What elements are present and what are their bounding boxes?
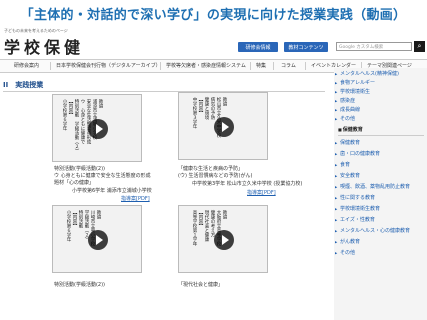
- section-divider: [3, 91, 325, 92]
- sidebar: メンタルヘルス(精神保健) 食物アレルギー 学校環境衛生 感染症 成長曲線 その…: [334, 68, 427, 320]
- video-caption: (ウ) 生活習慣病などの予防(がん): [178, 173, 253, 179]
- video-caption: 「健康な生活と疾病の予防」: [178, 166, 244, 172]
- video-thumbnail[interactable]: 教諭 松山市立久米中学校 病気の予防 健康と環境 【内容】 中学校第３学年: [178, 92, 268, 160]
- nav-item-archive[interactable]: 日本学校保健会刊行物（デジタルアーカイブ）: [56, 60, 161, 72]
- site-header: 子どもの未来を考えるためのページ 学校保健 研修会情報 教材コンテンツ Goog…: [0, 26, 427, 58]
- play-icon[interactable]: [88, 230, 108, 250]
- lesson-plan-pdf-link[interactable]: 指導案[PDF]: [121, 195, 150, 202]
- video-caption: 「現代社会と健康」: [178, 282, 224, 288]
- section-heading: II 実践授業: [3, 81, 44, 89]
- nav-item-feature[interactable]: 特集: [256, 60, 266, 72]
- video-caption: 中学校第3学年 松山市立久米中学校 (授業協力校): [192, 181, 303, 187]
- play-icon[interactable]: [214, 230, 234, 250]
- video-thumbnail[interactable]: 教諭 大阪府立高等学校 健康の考え方 現代社会と健康 【内容】 高等学校第１学年: [178, 205, 268, 273]
- nav-item-absence-system[interactable]: 学校等欠席者・感染症情報システム: [166, 60, 246, 72]
- lesson-plan-pdf-link[interactable]: 指導案[PDF]: [247, 189, 276, 196]
- video-thumbnail[interactable]: 教諭 川崎市立東小学校 学級活動（２） 特別活動 【内容】 小学校第６学年: [52, 205, 142, 273]
- sidebar-link[interactable]: 学校環境衛生: [335, 89, 370, 96]
- sidebar-link[interactable]: その他: [335, 116, 355, 123]
- sidebar-link[interactable]: 歯・口の健康教育: [335, 151, 380, 158]
- play-icon[interactable]: [88, 119, 108, 139]
- video-caption: 特別活動(学級活動(2)): [54, 166, 105, 172]
- search-icon[interactable]: ⌕: [414, 41, 425, 52]
- sidebar-link[interactable]: 安全教育: [335, 173, 360, 180]
- sidebar-link[interactable]: 感染症: [335, 98, 355, 105]
- nav-divider: [305, 62, 306, 70]
- sidebar-link[interactable]: 性に関する教育: [335, 195, 375, 202]
- sidebar-link[interactable]: 食物アレルギー: [335, 80, 375, 87]
- sidebar-link[interactable]: 保健教育: [335, 140, 360, 147]
- sidebar-link[interactable]: 食育: [335, 162, 350, 169]
- video-caption: 特別活動(学級活動(2)): [54, 282, 105, 288]
- sidebar-heading: 保健教育: [338, 126, 363, 133]
- video-caption: ウ 心身ともに健康で安全な生活態度の形成: [54, 173, 151, 179]
- video-thumbnail[interactable]: 教諭 浦添市立浦城小学校 安全な生活態度の形成 ウ 心身ともに健康で 特別活動 …: [52, 94, 142, 162]
- sidebar-link[interactable]: がん教育: [335, 239, 360, 246]
- sidebar-link[interactable]: メンタルヘルス・心の健康教育: [335, 228, 410, 235]
- search-input[interactable]: Google カスタム検索: [336, 42, 412, 51]
- video-caption: 小学校第6学年 浦添市立浦城小学校: [72, 188, 152, 194]
- seminar-info-button[interactable]: 研修会情報: [238, 42, 278, 52]
- nav-item-seminar[interactable]: 研修会案内: [14, 60, 39, 72]
- sidebar-link[interactable]: 成長曲線: [335, 107, 360, 114]
- sidebar-link[interactable]: メンタルヘルス(精神保健): [335, 71, 399, 78]
- page-title-banner: 「主体的・対話的で深い学び」の実現に向けた授業実践（動画）: [20, 7, 407, 23]
- nav-divider: [160, 62, 161, 70]
- nav-divider: [50, 62, 51, 70]
- sidebar-link[interactable]: 学校環境衛生教育: [335, 206, 380, 213]
- sidebar-link[interactable]: 喫煙、飲酒、薬物乱用防止教育: [335, 184, 410, 191]
- teaching-content-button[interactable]: 教材コンテンツ: [284, 42, 328, 52]
- sidebar-link[interactable]: エイズ・性教育: [335, 217, 375, 224]
- video-caption: 題材「心の健康」: [54, 180, 95, 186]
- sidebar-link[interactable]: その他: [335, 250, 355, 257]
- nav-item-column[interactable]: コラム: [281, 60, 296, 72]
- nav-divider: [250, 62, 251, 70]
- nav-divider: [273, 62, 274, 70]
- sidebar-divider: [338, 135, 424, 136]
- site-logo[interactable]: 学校保健: [4, 34, 84, 58]
- play-icon[interactable]: [214, 117, 234, 137]
